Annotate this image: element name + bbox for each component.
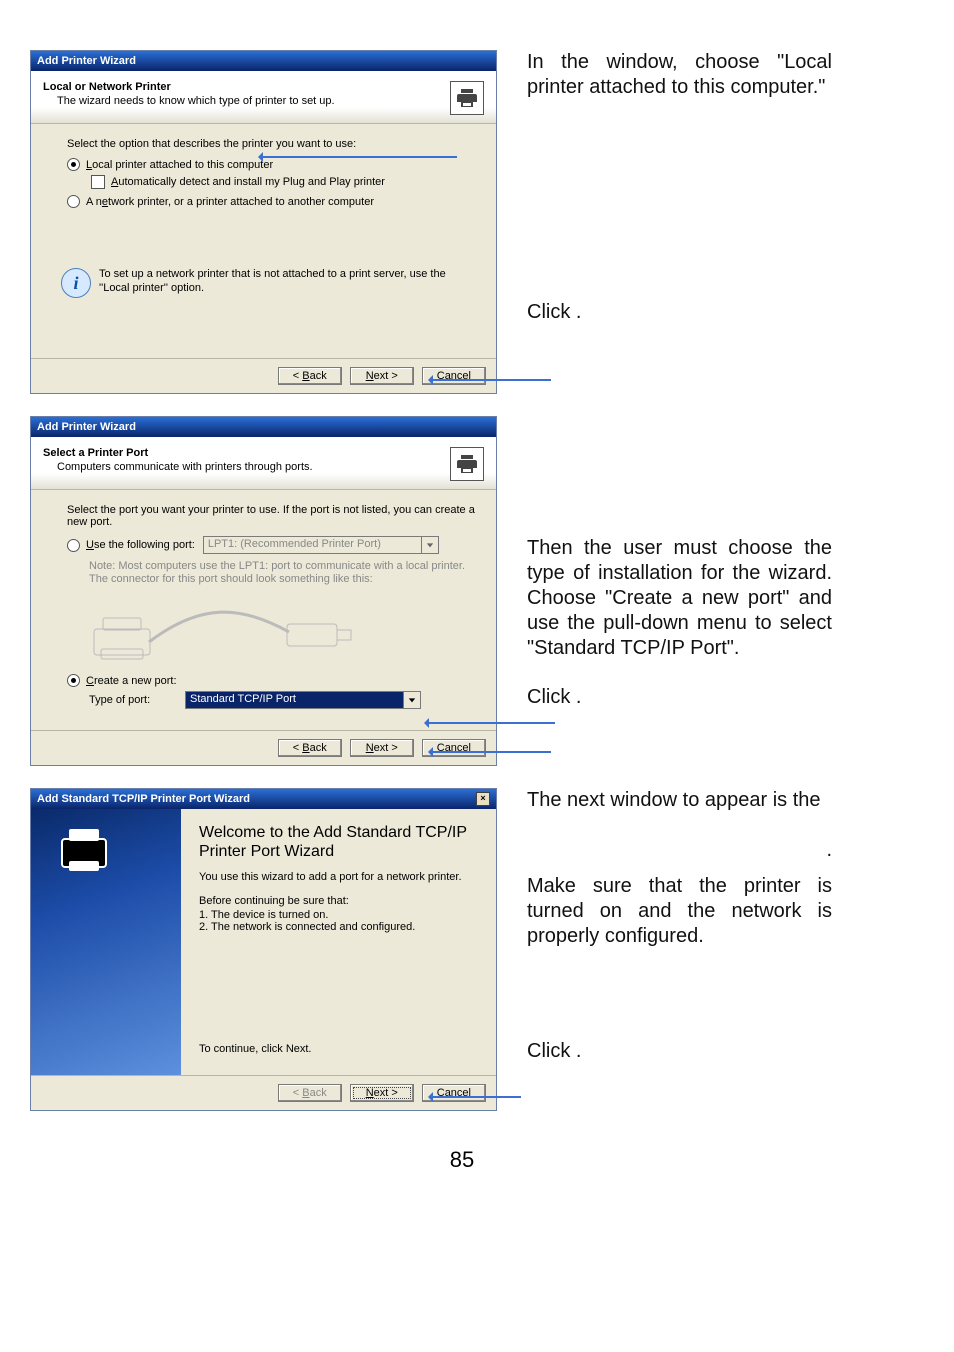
add-printer-wizard-step1: Add Printer Wizard Local or Network Prin…: [30, 50, 497, 394]
printer-icon: [450, 81, 484, 115]
instruction-text: Click .: [527, 300, 832, 325]
instruction-text: Make sure that the printer is turned on …: [527, 874, 832, 949]
welcome-text: You use this wizard to add a port for a …: [199, 871, 478, 883]
port-type-dropdown[interactable]: Standard TCP/IP Port: [185, 691, 421, 709]
radio-icon: [67, 158, 80, 171]
continue-text: To continue, click Next.: [199, 1043, 478, 1055]
titlebar: Add Printer Wizard: [31, 417, 496, 437]
window-title: Add Standard TCP/IP Printer Port Wizard: [37, 793, 250, 805]
welcome-title: Welcome to the Add Standard TCP/IP Print…: [199, 823, 478, 861]
add-printer-wizard-step2: Add Printer Wizard Select a Printer Port…: [30, 416, 497, 766]
back-button[interactable]: < Back: [278, 367, 342, 385]
window-title: Add Printer Wizard: [37, 421, 136, 433]
port-dropdown: LPT1: (Recommended Printer Port): [203, 536, 439, 554]
next-button[interactable]: Next >: [350, 1084, 414, 1102]
instruction-column: The next window to appear is the . Make …: [497, 788, 832, 1088]
checkbox-icon: [91, 175, 105, 189]
option-network-label: twork printer, or a printer attached to …: [108, 196, 374, 208]
printer-icon: [450, 447, 484, 481]
before-item: 2. The network is connected and configur…: [199, 921, 478, 933]
callout-arrow: [261, 156, 457, 158]
page-number: 85: [30, 1147, 894, 1173]
radio-icon: [67, 195, 80, 208]
option-create-label: reate a new port:: [94, 675, 177, 687]
radio-icon: [67, 674, 80, 687]
instruction-text: Click .: [527, 685, 832, 710]
before-item: 1. The device is turned on.: [199, 909, 478, 921]
wizard-header: Local or Network Printer The wizard need…: [31, 71, 496, 124]
port-type-label: Type of port:: [89, 694, 185, 706]
info-text: To set up a network printer that is not …: [99, 268, 478, 296]
option-create-port[interactable]: Create a new port:: [67, 674, 478, 687]
option-local-label: ocal printer attached to this computer: [92, 159, 273, 171]
titlebar: Add Printer Wizard: [31, 51, 496, 71]
port-illustration: [89, 594, 369, 664]
back-button[interactable]: < Back: [278, 739, 342, 757]
option-auto-detect[interactable]: Automatically detect and install my Plug…: [91, 175, 478, 189]
before-label: Before continuing be sure that:: [199, 895, 478, 907]
back-button: < Back: [278, 1084, 342, 1102]
wizard-header: Select a Printer Port Computers communic…: [31, 437, 496, 490]
instruction-column: Then the user must choose the type of in…: [497, 416, 832, 734]
info-panel: i To set up a network printer that is no…: [61, 268, 478, 298]
header-title: Select a Printer Port: [43, 447, 313, 459]
lead-text: Select the option that describes the pri…: [67, 138, 478, 150]
titlebar: Add Standard TCP/IP Printer Port Wizard …: [31, 789, 496, 809]
lead-text: Select the port you want your printer to…: [67, 504, 478, 528]
callout-arrow: [431, 379, 551, 381]
header-title: Local or Network Printer: [43, 81, 335, 93]
instruction-text: In the window, choose "Local printer att…: [527, 50, 832, 100]
info-icon: i: [61, 268, 91, 298]
header-subtitle: Computers communicate with printers thro…: [57, 461, 313, 473]
next-button[interactable]: Next >: [350, 739, 414, 757]
radio-icon: [67, 539, 80, 552]
option-local-printer[interactable]: Local printer attached to this computer: [67, 158, 478, 171]
option-network-printer[interactable]: A network printer, or a printer attached…: [67, 195, 478, 208]
header-subtitle: The wizard needs to know which type of p…: [57, 95, 335, 107]
option-use-port[interactable]: Use the following port: LPT1: (Recommend…: [67, 536, 478, 554]
tcpip-port-wizard-welcome: Add Standard TCP/IP Printer Port Wizard …: [30, 788, 497, 1111]
instruction-text: Click .: [527, 1039, 832, 1064]
port-type-value: Standard TCP/IP Port: [186, 692, 403, 708]
instruction-column: In the window, choose "Local printer att…: [497, 50, 832, 349]
callout-arrow: [431, 1096, 521, 1098]
window-title: Add Printer Wizard: [37, 55, 136, 67]
callout-arrow: [427, 722, 555, 724]
callout-arrow: [431, 751, 551, 753]
wizard-banner: [31, 809, 181, 1075]
instruction-text: The next window to appear is the: [527, 789, 821, 811]
option-auto-label: utomatically detect and install my Plug …: [118, 176, 385, 188]
chevron-down-icon[interactable]: [403, 692, 420, 708]
instruction-text: Then the user must choose the type of in…: [527, 536, 832, 661]
close-icon[interactable]: ×: [476, 792, 490, 806]
option-use-label: se the following port:: [94, 539, 195, 551]
instruction-text: .: [826, 838, 832, 863]
port-value: LPT1: (Recommended Printer Port): [204, 537, 421, 553]
next-button[interactable]: Next >: [350, 367, 414, 385]
chevron-down-icon: [421, 537, 438, 553]
port-note: Note: Most computers use the LPT1: port …: [89, 560, 478, 586]
